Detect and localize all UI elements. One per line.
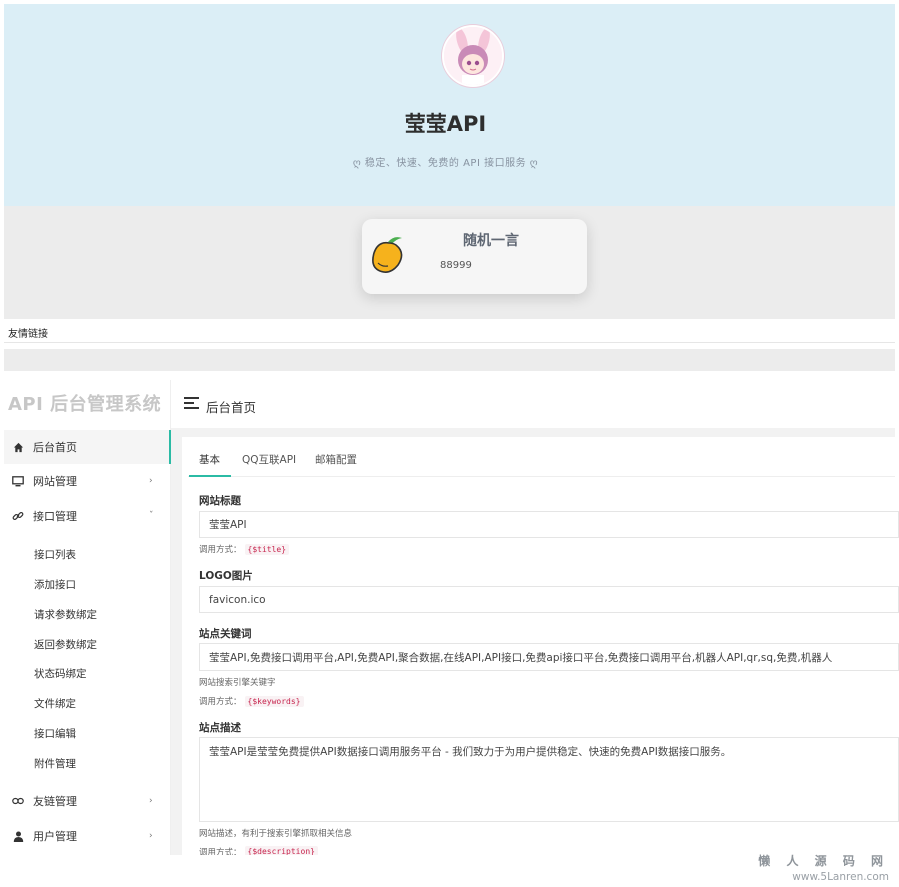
nav-label: 用户管理 — [33, 830, 77, 843]
card-value: 88999 — [440, 260, 472, 271]
call-code: {$title} — [244, 543, 290, 555]
logo-value: favicon.ico — [209, 593, 266, 606]
sub-item-attachments[interactable]: 附件管理 — [34, 756, 76, 771]
nav-label: 网站管理 — [33, 475, 77, 488]
nav-item-friend-links[interactable]: 友链管理 › — [4, 784, 171, 818]
sub-item-status-codes[interactable]: 状态码绑定 — [34, 666, 87, 681]
keywords-call: 调用方式： {$keywords} — [199, 695, 304, 707]
admin-topbar — [171, 380, 895, 428]
site-title: 莹莹API — [404, 112, 487, 136]
keywords-input[interactable]: 莹莹API,免费接口调用平台,API,免费API,聚合数据,在线API,API接… — [199, 643, 899, 671]
nav-label: 后台首页 — [33, 441, 77, 454]
page-title: 后台首页 — [206, 400, 257, 415]
site-title-call: 调用方式： {$title} — [199, 543, 290, 555]
keywords-label: 站点关键词 — [199, 628, 252, 640]
divider — [4, 342, 895, 343]
site-avatar — [442, 25, 504, 87]
tab-qq-connect[interactable]: QQ互联API — [242, 452, 296, 467]
home-icon — [11, 442, 25, 453]
logo-label: LOGO图片 — [199, 570, 253, 582]
nav-label: 接口管理 — [33, 510, 77, 523]
call-label: 调用方式： — [199, 697, 242, 707]
tabs-divider — [188, 476, 895, 477]
hitokoto-card[interactable]: 随机一言 88999 — [362, 219, 587, 294]
sub-item-response-params[interactable]: 返回参数绑定 — [34, 637, 97, 652]
site-title-label: 网站标题 — [199, 495, 241, 507]
call-code: {$keywords} — [244, 695, 304, 707]
link-icon — [11, 510, 25, 522]
monitor-icon — [11, 475, 25, 487]
sub-item-request-params[interactable]: 请求参数绑定 — [34, 607, 97, 622]
description-textarea[interactable]: 莹莹API是莹莹免费提供API数据接口调用服务平台 - 我们致力于为用户提供稳定… — [199, 737, 899, 822]
description-value: 莹莹API是莹莹免费提供API数据接口调用服务平台 - 我们致力于为用户提供稳定… — [209, 746, 732, 758]
description-call: 调用方式： {$description} — [199, 846, 318, 855]
nav-item-website[interactable]: 网站管理 › — [4, 464, 171, 498]
keywords-value: 莹莹API,免费接口调用平台,API,免费API,聚合数据,在线API,API接… — [209, 651, 833, 664]
sub-item-file-binding[interactable]: 文件绑定 — [34, 696, 76, 711]
nav-item-users[interactable]: 用户管理 › — [4, 819, 171, 853]
chevron-right-icon: › — [149, 796, 153, 806]
call-label: 调用方式： — [199, 848, 242, 855]
chevron-down-icon: ˇ — [149, 511, 154, 521]
chevron-right-icon: › — [149, 476, 153, 486]
sub-item-add-api[interactable]: 添加接口 — [34, 577, 76, 592]
site-title-input[interactable]: 莹莹API — [199, 511, 899, 538]
call-label: 调用方式： — [199, 545, 242, 555]
watermark: 懒 人 源 码 网 www.5Lanren.com — [758, 852, 889, 883]
keywords-help: 网站搜索引擎关键字 — [199, 678, 276, 688]
nav-item-api[interactable]: 接口管理 ˇ — [4, 499, 171, 533]
active-tab-indicator — [189, 475, 231, 477]
tab-email-config[interactable]: 邮箱配置 — [315, 452, 357, 467]
card-title: 随机一言 — [463, 233, 519, 249]
admin-brand: API 后台管理系统 — [8, 394, 162, 415]
sub-item-api-edit[interactable]: 接口编辑 — [34, 726, 76, 741]
description-help: 网站描述，有利于搜索引擎抓取相关信息 — [199, 829, 353, 839]
sub-item-api-list[interactable]: 接口列表 — [34, 547, 76, 562]
footer-band — [4, 349, 895, 371]
description-label: 站点描述 — [199, 722, 241, 734]
friend-links-label: 友情链接 — [8, 329, 48, 340]
menu-toggle-icon[interactable] — [184, 397, 199, 412]
site-title-value: 莹莹API — [209, 519, 247, 531]
user-icon — [11, 831, 25, 842]
site-subtitle: ღ 稳定、快速、免费的 API 接口服务 ღ — [352, 158, 539, 169]
chain-icon — [11, 796, 25, 806]
nav-item-home[interactable]: 后台首页 — [4, 430, 171, 464]
call-code: {$description} — [244, 846, 318, 855]
watermark-url: www.5Lanren.com — [792, 871, 889, 883]
watermark-title: 懒 人 源 码 网 — [758, 854, 889, 868]
logo-input[interactable]: favicon.ico — [199, 586, 899, 613]
mango-icon — [368, 233, 408, 277]
chevron-right-icon: › — [149, 831, 153, 841]
nav-label: 友链管理 — [33, 795, 77, 808]
tab-basic[interactable]: 基本 — [199, 452, 220, 467]
